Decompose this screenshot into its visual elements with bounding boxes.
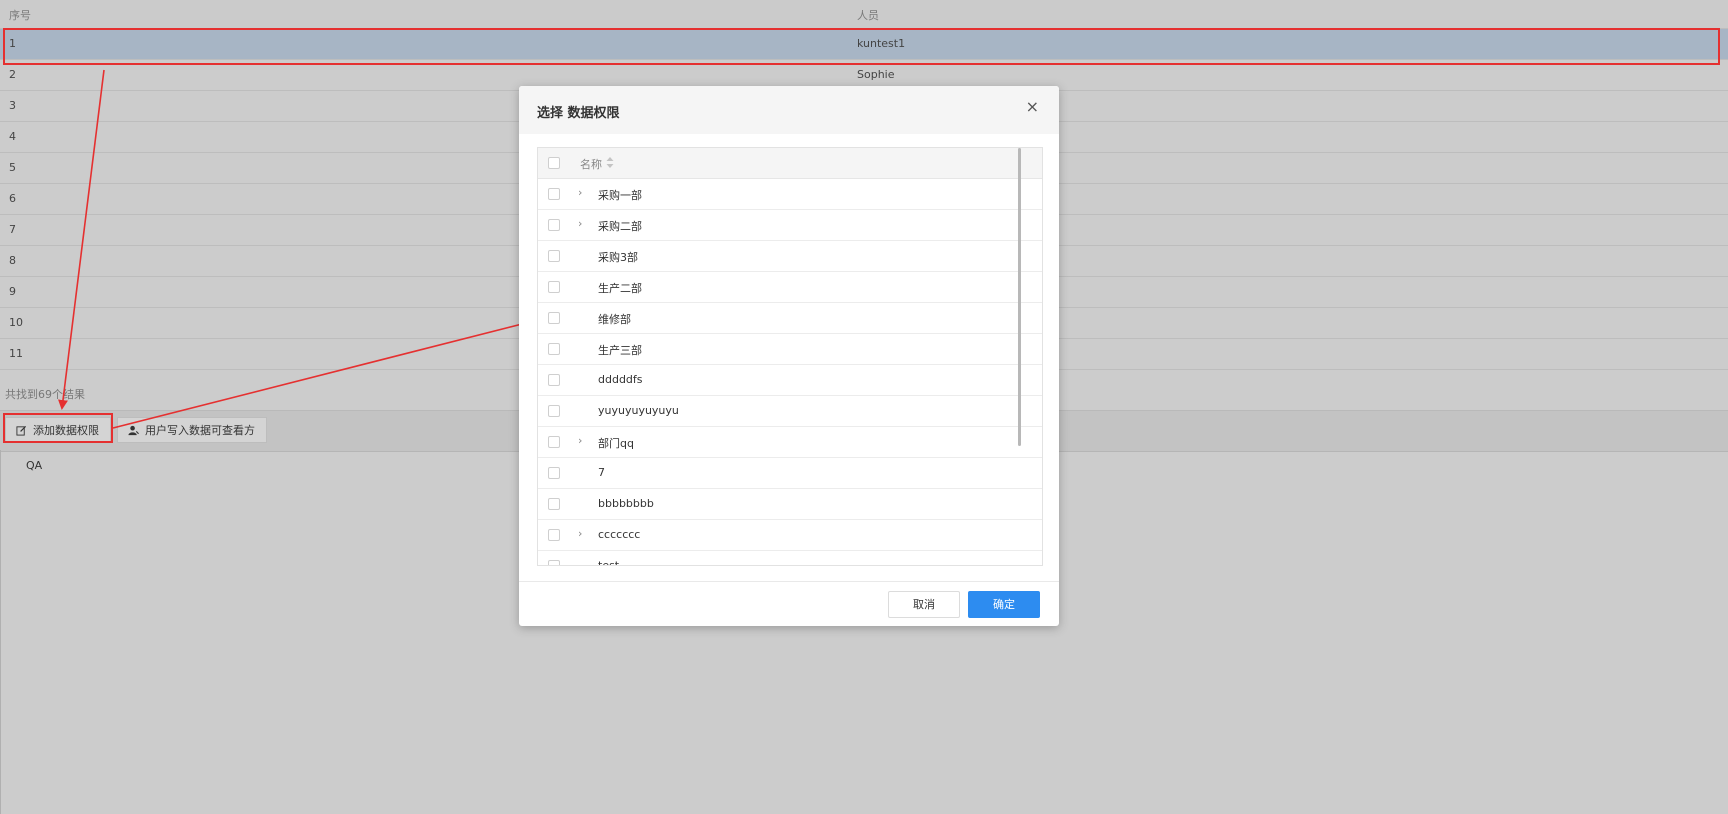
name-column-header[interactable]: 名称 xyxy=(580,156,602,172)
cancel-button[interactable]: 取消 xyxy=(888,591,960,618)
permission-row[interactable]: › 采购二部 xyxy=(538,210,1042,241)
row-index: 11 xyxy=(9,347,23,360)
permission-row[interactable]: dddddfs xyxy=(538,365,1042,396)
row-index: 8 xyxy=(9,254,16,267)
header-person: 人员 xyxy=(857,9,879,22)
row-checkbox[interactable] xyxy=(548,374,560,386)
permission-row[interactable]: 生产二部 xyxy=(538,272,1042,303)
permission-name: 生产三部 xyxy=(598,344,642,357)
permission-row[interactable]: › 采购一部 xyxy=(538,179,1042,210)
row-checkbox[interactable] xyxy=(548,343,560,355)
permission-name: bbbbbbbb xyxy=(598,497,654,510)
row-index: 6 xyxy=(9,192,16,205)
dialog-header: 选择 数据权限 × xyxy=(519,86,1059,134)
chevron-right-icon[interactable]: › xyxy=(578,187,588,199)
header-index: 序号 xyxy=(9,9,31,22)
close-icon[interactable]: × xyxy=(1026,99,1039,115)
confirm-button[interactable]: 确定 xyxy=(968,591,1040,618)
permission-row[interactable]: 维修部 xyxy=(538,303,1042,334)
permission-row[interactable]: yuyuyuyuyuyu xyxy=(538,396,1042,427)
permission-row[interactable]: bbbbbbbb xyxy=(538,489,1042,520)
chevron-right-icon[interactable]: › xyxy=(578,528,588,540)
row-person: Sophie xyxy=(857,68,895,81)
row-checkbox[interactable] xyxy=(548,281,560,293)
row-checkbox[interactable] xyxy=(548,250,560,262)
user-icon xyxy=(128,425,139,435)
permission-name: test xyxy=(598,559,620,566)
permission-name: 部门qq xyxy=(598,437,634,450)
table-header: 序号 人员 xyxy=(0,0,1728,29)
dialog-title: 选择 数据权限 xyxy=(537,106,620,121)
user-write-data-viewer-button[interactable]: 用户写入数据可查看方 xyxy=(117,417,267,443)
row-index: 9 xyxy=(9,285,16,298)
user-write-data-viewer-label: 用户写入数据可查看方 xyxy=(145,424,255,437)
row-checkbox[interactable] xyxy=(548,529,560,541)
row-checkbox[interactable] xyxy=(548,560,560,565)
permission-name: dddddfs xyxy=(598,373,643,386)
result-count: 共找到69个结果 xyxy=(5,388,85,401)
row-checkbox[interactable] xyxy=(548,436,560,448)
permission-name: 生产二部 xyxy=(598,282,642,295)
permission-row[interactable]: 生产三部 xyxy=(538,334,1042,365)
permission-name: yuyuyuyuyuyu xyxy=(598,404,679,417)
permission-name: 采购一部 xyxy=(598,189,642,202)
highlight-selected-row xyxy=(3,28,1720,65)
select-all-checkbox[interactable] xyxy=(548,157,560,169)
highlight-add-button xyxy=(3,413,113,443)
row-checkbox[interactable] xyxy=(548,188,560,200)
permission-name: 采购二部 xyxy=(598,220,642,233)
chevron-right-icon[interactable]: › xyxy=(578,218,588,230)
panel-border xyxy=(0,450,1,814)
permission-name: 采购3部 xyxy=(598,251,638,264)
select-permission-dialog: 选择 数据权限 × 名称 › 采购一部 › 采购二部采购3部生产二部维修部生产三部 dd… xyxy=(519,86,1059,626)
row-index: 4 xyxy=(9,130,16,143)
permission-row[interactable]: 采购3部 xyxy=(538,241,1042,272)
permission-row[interactable]: › 部门qq xyxy=(538,427,1042,458)
row-checkbox[interactable] xyxy=(548,498,560,510)
row-index: 3 xyxy=(9,99,16,112)
row-checkbox[interactable] xyxy=(548,467,560,479)
permission-name: ccccccc xyxy=(598,528,641,541)
row-index: 2 xyxy=(9,68,16,81)
chevron-right-icon[interactable]: › xyxy=(578,435,588,447)
grid-header: 名称 xyxy=(538,148,1042,179)
permission-name: 7 xyxy=(598,466,605,479)
qa-label: QA xyxy=(26,459,43,472)
row-checkbox[interactable] xyxy=(548,219,560,231)
sort-icon[interactable] xyxy=(606,157,614,168)
permission-row[interactable]: test xyxy=(538,551,1042,566)
row-checkbox[interactable] xyxy=(548,405,560,417)
permission-row[interactable]: › ccccccc xyxy=(538,520,1042,551)
row-index: 10 xyxy=(9,316,23,329)
row-index: 7 xyxy=(9,223,16,236)
permission-name: 维修部 xyxy=(598,313,631,326)
row-index: 5 xyxy=(9,161,16,174)
row-checkbox[interactable] xyxy=(548,312,560,324)
permission-row[interactable]: 7 xyxy=(538,458,1042,489)
grid-scrollbar[interactable] xyxy=(1018,148,1021,446)
permission-grid: 名称 › 采购一部 › 采购二部采购3部生产二部维修部生产三部 dddddfs yuyuy… xyxy=(537,147,1043,566)
